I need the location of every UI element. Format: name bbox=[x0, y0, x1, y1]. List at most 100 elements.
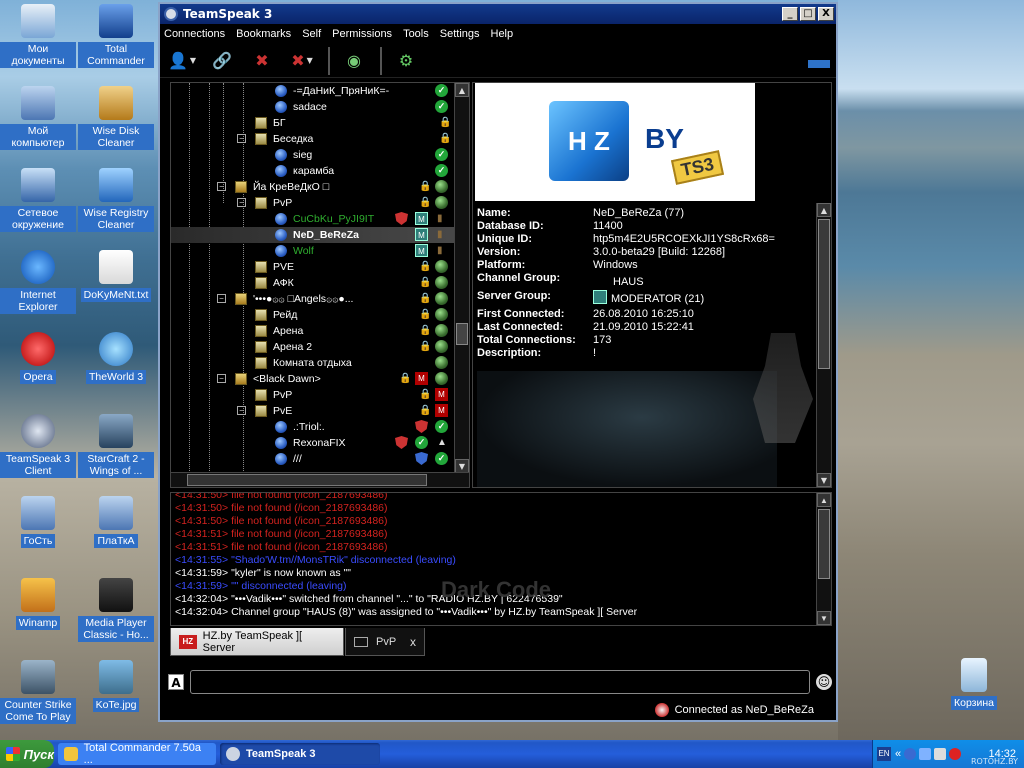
desktop-icon-network[interactable]: Сетевое окружение bbox=[0, 168, 76, 232]
menu-tools[interactable]: Tools bbox=[403, 28, 429, 40]
desktop-icon-starcraft[interactable]: StarCraft 2 - Wings of ... bbox=[78, 414, 154, 478]
disconnect-button[interactable]: ✖ bbox=[248, 48, 276, 74]
maximize-button[interactable]: □ bbox=[800, 7, 816, 21]
desktop-icon-platka[interactable]: ПлаТкА bbox=[78, 496, 154, 548]
tree-row[interactable]: ///✓ bbox=[171, 451, 469, 467]
desktop-icon-my-computer[interactable]: Мой компьютер bbox=[0, 86, 76, 150]
info-scrollbar[interactable]: ▲ ▼ bbox=[816, 203, 831, 487]
menu-permissions[interactable]: Permissions bbox=[332, 28, 392, 40]
shield-icon bbox=[395, 212, 408, 225]
tree-row[interactable]: .:Triol:. ✓ bbox=[171, 419, 469, 435]
tree-row[interactable]: -=ДаНиК_ПряНиК=- ✓ bbox=[171, 83, 469, 99]
desktop-icon-guest[interactable]: ГоСть bbox=[0, 496, 76, 548]
scroll-thumb[interactable] bbox=[818, 219, 830, 369]
menu-help[interactable]: Help bbox=[491, 28, 514, 40]
tree-row[interactable]: Арена 2 🔒 bbox=[171, 339, 469, 355]
chat-input[interactable] bbox=[190, 670, 810, 694]
tree-row[interactable]: PvP 🔒 M bbox=[171, 387, 469, 403]
scroll-down-icon[interactable]: ▼ bbox=[817, 473, 831, 487]
collapse-icon[interactable]: − bbox=[217, 294, 226, 303]
scroll-down-icon[interactable]: ▼ bbox=[817, 611, 831, 625]
scroll-thumb[interactable] bbox=[456, 323, 468, 345]
volume-icon[interactable] bbox=[934, 748, 947, 760]
teamspeak-tray-icon[interactable] bbox=[904, 748, 917, 760]
away-button[interactable]: ✖ ▼ bbox=[288, 48, 316, 74]
tree-row[interactable]: Рейд 🔒 bbox=[171, 307, 469, 323]
tree-row[interactable]: − '•••●۞۞ □Angels۞۞●... 🔒 bbox=[171, 291, 469, 307]
identity-button[interactable]: ⚙ bbox=[392, 48, 420, 74]
start-button[interactable]: Пуск bbox=[0, 740, 54, 768]
task-total-commander[interactable]: Total Commander 7.50a ... bbox=[58, 742, 216, 766]
desktop-icon-ie[interactable]: Internet Explorer bbox=[0, 250, 76, 314]
info-row-unique-id: Unique ID: htp5m4E2U5RCOEXkJI1YS8cRx68= bbox=[477, 233, 775, 245]
language-indicator[interactable]: EN bbox=[877, 747, 891, 761]
desktop-icon-total-commander[interactable]: Total Commander bbox=[78, 4, 154, 68]
bookmark-button[interactable]: 🔗 bbox=[208, 48, 236, 74]
minimize-button[interactable]: _ bbox=[782, 7, 798, 21]
close-tab-icon[interactable]: x bbox=[410, 635, 416, 649]
desktop-icon-wise-registry[interactable]: Wise Registry Cleaner bbox=[78, 168, 154, 232]
scroll-up-icon[interactable]: ▲ bbox=[455, 83, 469, 97]
text-format-icon[interactable]: A bbox=[168, 674, 184, 690]
close-button[interactable]: X bbox=[818, 7, 834, 21]
desktop-icon-media-player[interactable]: Media Player Classic - Ho... bbox=[78, 578, 154, 642]
desktop-icon-opera[interactable]: Opera bbox=[0, 332, 76, 384]
scroll-up-icon[interactable]: ▲ bbox=[817, 493, 831, 507]
desktop-icon-document-txt[interactable]: DoKyMeNt.txt bbox=[78, 250, 154, 302]
desktop-icon-counter-strike[interactable]: Counter Strike Come To Play bbox=[0, 660, 76, 724]
menu-bookmarks[interactable]: Bookmarks bbox=[236, 28, 291, 40]
tab-channel-pvp[interactable]: PvP x bbox=[345, 628, 425, 656]
tree-row[interactable]: PVE 🔒 bbox=[171, 259, 469, 275]
tree-row[interactable]: − Йа КреВеДкО □ 🔒 bbox=[171, 179, 469, 195]
tree-row[interactable]: − <Black Dawn> 🔒 M bbox=[171, 371, 469, 387]
tree-row[interactable]: − PvE 🔒 M bbox=[171, 403, 469, 419]
connect-button[interactable]: 👤 ▼ bbox=[168, 48, 196, 74]
collapse-icon[interactable]: − bbox=[237, 134, 246, 143]
tree-row[interactable]: Арена 🔒 bbox=[171, 323, 469, 339]
collapse-icon[interactable]: − bbox=[237, 198, 246, 207]
desktop-icon-wise-disk[interactable]: Wise Disk Cleaner bbox=[78, 86, 154, 150]
client-icon bbox=[275, 229, 287, 241]
collapse-icon[interactable]: − bbox=[217, 182, 226, 191]
window-titlebar[interactable]: TeamSpeak 3 _ □ X bbox=[160, 4, 836, 24]
collapse-icon[interactable]: − bbox=[217, 374, 226, 383]
menu-connections[interactable]: Connections bbox=[164, 28, 225, 40]
tree-row[interactable]: CuCbKu_PyJI9IT M ▮ bbox=[171, 211, 469, 227]
desktop-icon-teamspeak[interactable]: TeamSpeak 3 Client bbox=[0, 414, 76, 478]
tree-row[interactable]: АФК 🔒 bbox=[171, 275, 469, 291]
emoticon-icon[interactable]: ☺ bbox=[816, 674, 832, 690]
tree-row-selected[interactable]: NeD_BeReZa M ▮ bbox=[171, 227, 469, 243]
collapse-icon[interactable]: − bbox=[237, 406, 246, 415]
tree-row[interactable]: − Беседка 🔒 bbox=[171, 131, 469, 147]
tree-row[interactable]: БГ 🔒 bbox=[171, 115, 469, 131]
menu-settings[interactable]: Settings bbox=[440, 28, 480, 40]
tree-row[interactable]: sadace ✓ bbox=[171, 99, 469, 115]
task-teamspeak[interactable]: TeamSpeak 3 bbox=[220, 743, 380, 765]
tab-server[interactable]: HZ HZ.by TeamSpeak ][ Server bbox=[170, 628, 344, 656]
tree-hscrollbar[interactable] bbox=[171, 472, 469, 487]
whisper-button[interactable]: ◉ bbox=[340, 48, 368, 74]
computer-icon bbox=[21, 496, 55, 530]
tree-row[interactable]: Wolf M ▮ bbox=[171, 243, 469, 259]
desktop-icon-theworld[interactable]: TheWorld 3 bbox=[78, 332, 154, 384]
tree-row[interactable]: − PvP 🔒 bbox=[171, 195, 469, 211]
desktop-icon-winamp[interactable]: Winamp bbox=[0, 578, 76, 630]
tree-row[interactable]: sieg ✓ bbox=[171, 147, 469, 163]
tree-scrollbar[interactable]: ▲ ▼ bbox=[454, 83, 469, 473]
network-tray-icon[interactable] bbox=[919, 748, 932, 760]
desktop-icon-recycle-bin[interactable]: Корзина bbox=[936, 658, 1012, 710]
status-ok-icon: ✓ bbox=[435, 100, 448, 113]
scroll-thumb[interactable] bbox=[818, 509, 830, 579]
scroll-down-icon[interactable]: ▼ bbox=[455, 459, 469, 473]
menu-self[interactable]: Self bbox=[302, 28, 321, 40]
tree-row[interactable]: карамба ✓ bbox=[171, 163, 469, 179]
desktop-icon-kote-jpg[interactable]: KoTe.jpg bbox=[78, 660, 154, 712]
desktop-icon-my-documents[interactable]: Мои документы bbox=[0, 4, 76, 68]
tree-row[interactable]: Комната отдыха bbox=[171, 355, 469, 371]
show-hidden-icons[interactable]: « bbox=[895, 748, 901, 760]
security-tray-icon[interactable] bbox=[949, 748, 962, 760]
chat-scrollbar[interactable]: ▲ ▼ bbox=[816, 493, 831, 625]
tree-row[interactable]: RexonaFIX ✓ ▲ bbox=[171, 435, 469, 451]
scroll-thumb[interactable] bbox=[187, 474, 427, 486]
scroll-up-icon[interactable]: ▲ bbox=[817, 203, 831, 217]
